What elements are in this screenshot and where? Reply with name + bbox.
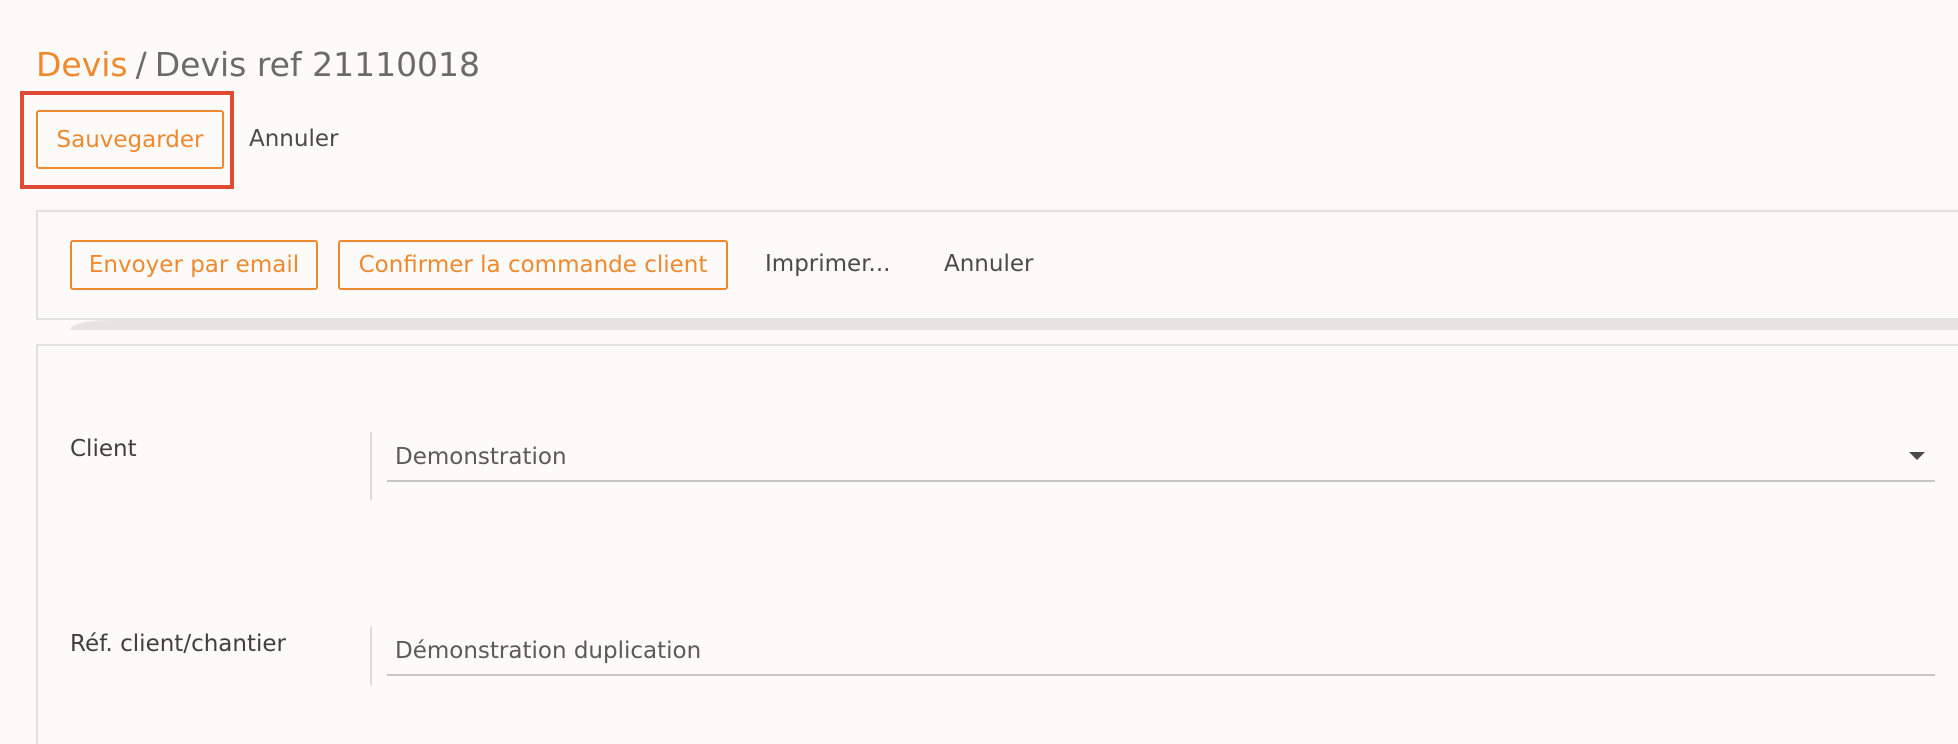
breadcrumb: Devis / Devis ref 21110018 (36, 40, 480, 90)
field-divider (370, 432, 372, 500)
chevron-down-icon[interactable] (1909, 452, 1925, 460)
client-select-value: Demonstration (395, 444, 567, 470)
field-divider (370, 627, 372, 685)
cancel-quote-button[interactable]: Annuler (944, 249, 1033, 279)
breadcrumb-link-devis[interactable]: Devis (36, 45, 128, 84)
page-title: Devis ref 21110018 (154, 45, 481, 84)
client-label: Client (70, 436, 137, 462)
reference-label: Réf. client/chantier (70, 631, 286, 657)
send-email-button[interactable]: Envoyer par email (70, 240, 318, 290)
cancel-button[interactable]: Annuler (249, 124, 338, 154)
save-button[interactable]: Sauvegarder (36, 110, 224, 169)
quote-form (36, 344, 1958, 744)
panel-shadow (70, 320, 1958, 330)
reference-input-value: Démonstration duplication (395, 638, 702, 664)
print-button[interactable]: Imprimer... (765, 249, 890, 279)
reference-input[interactable]: Démonstration duplication (387, 626, 1935, 676)
client-select[interactable]: Demonstration (387, 432, 1935, 482)
page: Devis / Devis ref 21110018 Sauvegarder Ann… (0, 0, 1958, 744)
breadcrumb-separator: / (135, 45, 147, 84)
confirm-order-button[interactable]: Confirmer la commande client (338, 240, 728, 290)
